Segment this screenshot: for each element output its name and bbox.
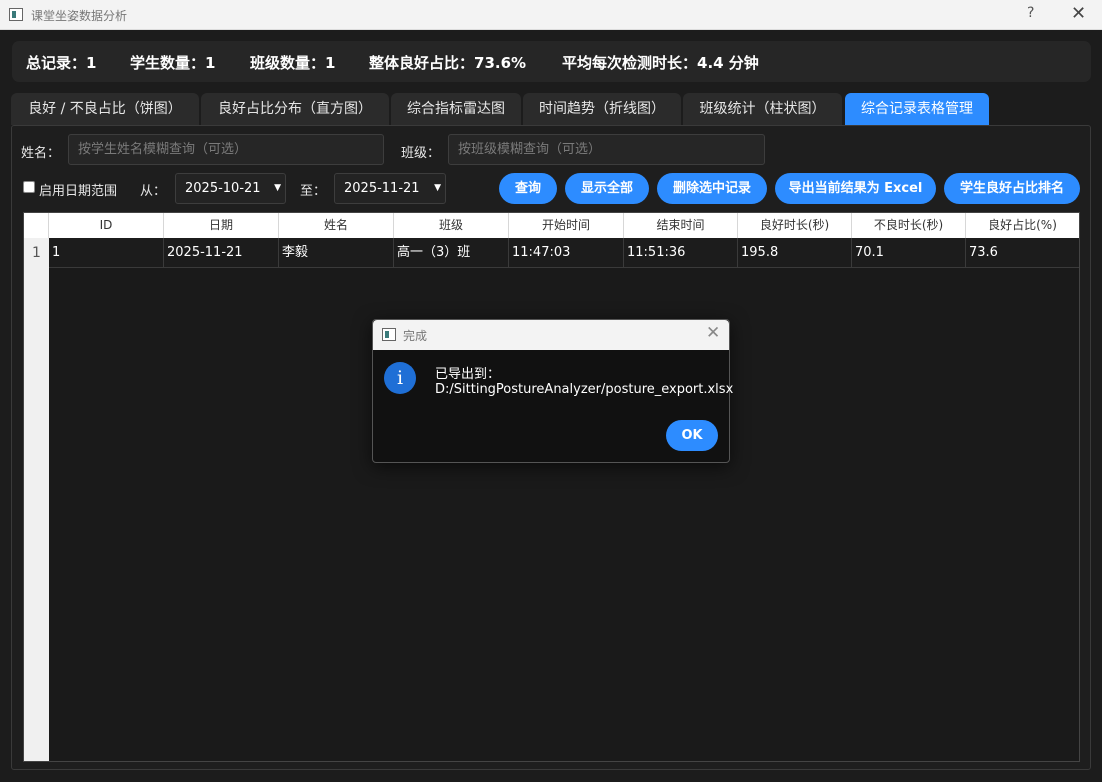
- dialog-message-path: D:/SittingPostureAnalyzer/posture_export…: [435, 382, 734, 397]
- dialog-title: 完成: [403, 329, 428, 343]
- dialog-message-line1: 已导出到：: [435, 367, 501, 382]
- cell-start-time[interactable]: 11:47:03: [509, 238, 624, 268]
- from-date-picker[interactable]: 2025-10-21 ▼: [175, 173, 286, 204]
- dialog-close-icon[interactable]: ✕: [706, 323, 720, 343]
- name-label: 姓名：: [21, 146, 61, 161]
- stat-class-count: 班级数量：1: [250, 54, 336, 72]
- close-window-button[interactable]: ✕: [1071, 3, 1086, 24]
- tab-radar-chart[interactable]: 综合指标雷达图: [391, 93, 521, 125]
- from-date-value: 2025-10-21: [185, 181, 261, 196]
- stat-avg-duration: 平均每次检测时长：4.4 分钟: [562, 54, 759, 72]
- column-header-end-time[interactable]: 结束时间: [624, 213, 738, 238]
- cell-good-duration[interactable]: 195.8: [738, 238, 852, 268]
- window-title: 课堂坐姿数据分析: [31, 9, 128, 23]
- stat-good-ratio: 整体良好占比：73.6%: [369, 54, 527, 72]
- window-titlebar: 课堂坐姿数据分析 ? ✕: [0, 0, 1102, 30]
- class-label: 班级：: [401, 146, 441, 161]
- column-header-id[interactable]: ID: [49, 213, 164, 238]
- tab-line-chart[interactable]: 时间趋势（折线图）: [523, 93, 681, 125]
- class-search-input[interactable]: [448, 134, 765, 165]
- app-icon: [382, 328, 396, 341]
- query-button[interactable]: 查询: [499, 173, 557, 204]
- to-date-value: 2025-11-21: [344, 181, 420, 196]
- cell-class[interactable]: 高一（3）班: [394, 238, 509, 268]
- cell-name[interactable]: 李毅: [279, 238, 394, 268]
- row-number-column: [24, 213, 49, 761]
- app-icon: [9, 8, 23, 21]
- tab-bar-chart[interactable]: 班级统计（柱状图）: [683, 93, 842, 125]
- name-search-input[interactable]: [68, 134, 384, 165]
- column-header-good-duration[interactable]: 良好时长(秒): [738, 213, 852, 238]
- stat-student-count: 学生数量：1: [130, 54, 216, 72]
- cell-bad-duration[interactable]: 70.1: [852, 238, 966, 268]
- chevron-down-icon: ▼: [434, 183, 441, 193]
- cell-date[interactable]: 2025-11-21: [164, 238, 279, 268]
- cell-end-time[interactable]: 11:51:36: [624, 238, 738, 268]
- column-header-date[interactable]: 日期: [164, 213, 279, 238]
- export-complete-dialog: 完成 ✕ i 已导出到： D:/SittingPostureAnalyzer/p…: [372, 319, 734, 463]
- table-header: ID 日期 姓名 班级 开始时间 结束时间 良好时长(秒) 不良时长(秒) 良好…: [24, 213, 1079, 238]
- export-excel-button[interactable]: 导出当前结果为 Excel: [775, 173, 936, 204]
- delete-selected-button[interactable]: 删除选中记录: [657, 173, 767, 204]
- help-button[interactable]: ?: [1027, 5, 1034, 21]
- column-header-bad-duration[interactable]: 不良时长(秒): [852, 213, 966, 238]
- column-header-start-time[interactable]: 开始时间: [509, 213, 624, 238]
- ranking-button[interactable]: 学生良好占比排名: [944, 173, 1080, 204]
- table-corner[interactable]: [24, 213, 49, 238]
- date-range-label: 启用日期范围: [39, 184, 118, 199]
- tab-records-table[interactable]: 综合记录表格管理: [845, 93, 989, 125]
- tab-histogram[interactable]: 良好占比分布（直方图）: [201, 93, 389, 125]
- tab-pie-chart[interactable]: 良好 / 不良占比（饼图）: [11, 93, 199, 125]
- from-label: 从：: [140, 184, 167, 199]
- date-range-checkbox[interactable]: [23, 181, 35, 193]
- column-header-class[interactable]: 班级: [394, 213, 509, 238]
- stat-total-records: 总记录：1: [26, 54, 97, 72]
- stats-bar: 总记录：1 学生数量：1 班级数量：1 整体良好占比：73.6% 平均每次检测时…: [12, 41, 1091, 82]
- column-header-name[interactable]: 姓名: [279, 213, 394, 238]
- table-row[interactable]: 1 1 2025-11-21 李毅 高一（3）班 11:47:03 11:51:…: [24, 238, 1079, 268]
- to-label: 至：: [300, 184, 327, 199]
- to-date-picker[interactable]: 2025-11-21 ▼: [334, 173, 446, 204]
- column-header-good-ratio[interactable]: 良好占比(%): [966, 213, 1079, 238]
- row-number[interactable]: 1: [24, 238, 49, 268]
- records-table: ID 日期 姓名 班级 开始时间 结束时间 良好时长(秒) 不良时长(秒) 良好…: [23, 212, 1080, 762]
- cell-id[interactable]: 1: [49, 238, 164, 268]
- ok-button[interactable]: OK: [666, 420, 718, 451]
- dialog-titlebar: 完成 ✕: [373, 320, 729, 350]
- info-icon: i: [384, 362, 416, 394]
- cell-good-ratio[interactable]: 73.6: [966, 238, 1079, 268]
- chevron-down-icon: ▼: [274, 183, 281, 193]
- show-all-button[interactable]: 显示全部: [565, 173, 649, 204]
